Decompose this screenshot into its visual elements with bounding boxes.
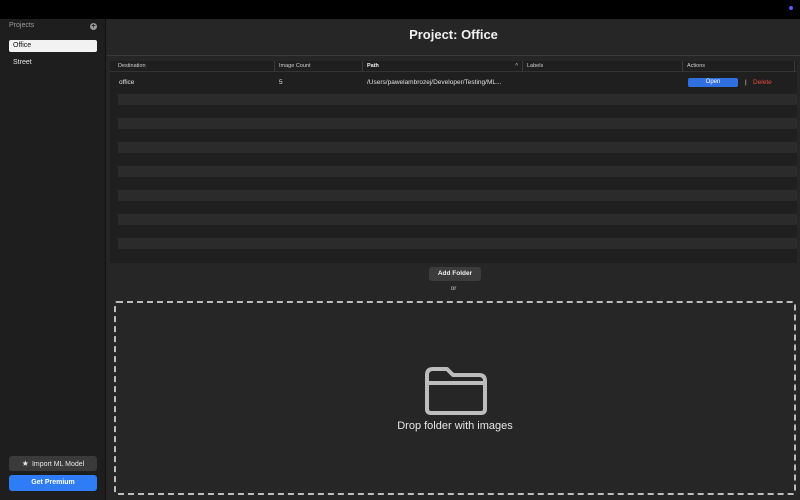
cell-image-count: 5	[279, 79, 283, 86]
sidebar-item-street[interactable]: Street	[9, 57, 97, 69]
cell-path: /Users/pawelambrozej/Developer/Testing/M…	[367, 79, 502, 86]
import-ml-model-button[interactable]: ★ Import ML Model	[9, 456, 97, 471]
import-ml-model-label: Import ML Model	[31, 461, 85, 468]
column-header-actions[interactable]: Actions	[682, 61, 795, 72]
add-project-icon[interactable]: +	[90, 23, 97, 30]
empty-row	[118, 166, 797, 177]
sidebar: Projects + Office Street ★ Import ML Mode…	[0, 19, 106, 500]
status-dot-icon	[789, 6, 793, 10]
page-title: Project: Office	[409, 27, 498, 42]
sort-ascending-icon: ^	[515, 63, 518, 69]
title-bar	[0, 0, 800, 19]
cell-destination: office	[119, 79, 135, 86]
sidebar-item-office[interactable]: Office	[9, 40, 97, 52]
empty-row	[118, 118, 797, 129]
or-label: or	[450, 285, 457, 292]
cell-labels	[527, 76, 677, 90]
drop-zone-label: Drop folder with images	[397, 420, 513, 432]
get-premium-button[interactable]: Get Premium	[9, 475, 97, 491]
folder-icon	[425, 367, 487, 415]
main-content: Project: Office Destination Image Count …	[107, 19, 800, 500]
add-folder-button[interactable]: Add Folder	[429, 267, 481, 281]
empty-row	[118, 142, 797, 153]
column-header-path-label: Path	[367, 63, 379, 69]
drop-zone[interactable]: Drop folder with images	[114, 301, 796, 495]
sidebar-header: Projects	[9, 22, 35, 29]
column-header-destination[interactable]: Destination	[114, 61, 274, 72]
empty-row	[118, 238, 797, 249]
empty-row	[118, 214, 797, 225]
column-header-labels[interactable]: Labels	[522, 61, 682, 72]
open-button[interactable]: Open	[688, 78, 738, 87]
star-icon: ★	[21, 459, 29, 468]
empty-row	[118, 94, 797, 105]
column-header-path[interactable]: Path ^	[362, 61, 522, 72]
folders-table: Destination Image Count Path ^ Labels Act…	[110, 61, 797, 263]
empty-row	[118, 190, 797, 201]
column-header-image-count[interactable]: Image Count	[274, 61, 362, 72]
delete-link[interactable]: Delete	[753, 76, 772, 90]
table-row[interactable]: office 5 /Users/pawelambrozej/Developer/…	[110, 76, 797, 90]
divider	[107, 55, 800, 56]
table-header: Destination Image Count Path ^ Labels Act…	[110, 61, 797, 72]
action-separator: |	[745, 79, 747, 86]
